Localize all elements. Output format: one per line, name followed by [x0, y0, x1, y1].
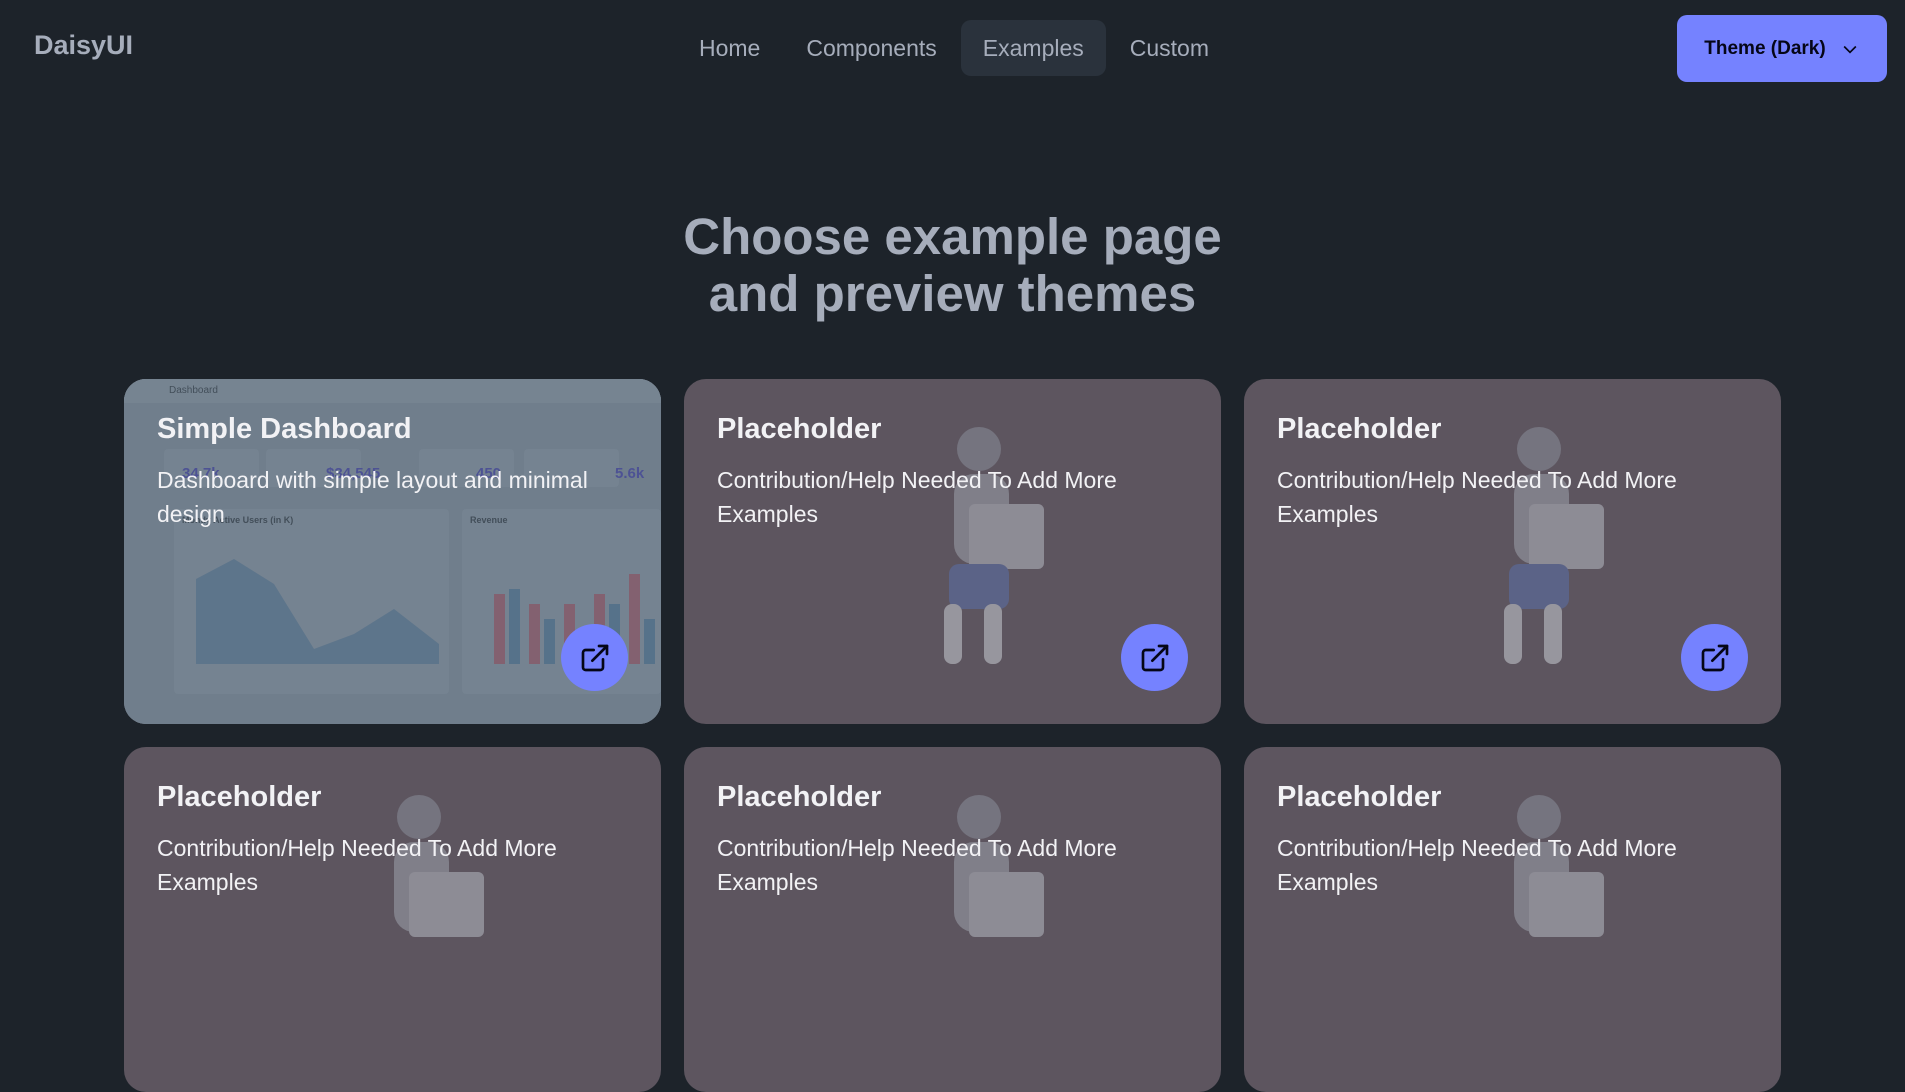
card-title: Placeholder [157, 781, 322, 813]
placeholder-illustration [1504, 427, 1604, 664]
open-example-button[interactable] [1681, 624, 1748, 691]
page-title: Choose example page and preview themes [0, 208, 1905, 322]
external-link-icon [1701, 644, 1728, 671]
card-title: Placeholder [1277, 413, 1442, 445]
card-title: Placeholder [1277, 781, 1442, 813]
card-title: Placeholder [717, 781, 882, 813]
theme-dropdown-button[interactable]: Theme (Dark) [1677, 15, 1887, 82]
card-description: Contribution/Help Needed To Add More Exa… [1277, 467, 1677, 527]
menu-item-custom[interactable]: Custom [1108, 20, 1231, 76]
placeholder-illustration [1514, 795, 1604, 937]
card-title: Simple Dashboard [157, 413, 412, 445]
card-description: Contribution/Help Needed To Add More Exa… [1277, 835, 1677, 895]
example-card-simple-dashboard[interactable]: Dashboard 34.7k $34,545 450 5.6k Montly … [124, 379, 661, 724]
example-card-placeholder[interactable]: Placeholder Contribution/Help Needed To … [684, 747, 1221, 1092]
card-description: Contribution/Help Needed To Add More Exa… [717, 467, 1117, 527]
external-link-icon [1141, 644, 1168, 671]
card-description: Contribution/Help Needed To Add More Exa… [717, 835, 1117, 895]
placeholder-illustration [954, 795, 1044, 937]
example-card-placeholder[interactable]: Placeholder Contribution/Help Needed To … [684, 379, 1221, 724]
card-title: Placeholder [717, 413, 882, 445]
external-link-icon [581, 644, 608, 671]
main-menu: Home Components Examples Custom [677, 20, 1231, 76]
title-line-1: Choose example page [683, 208, 1222, 265]
card-description: Contribution/Help Needed To Add More Exa… [157, 835, 557, 895]
hero: Choose example page and preview themes [0, 208, 1905, 322]
navbar: DaisyUI Home Components Examples Custom … [0, 0, 1905, 96]
theme-button-label: Theme (Dark) [1704, 37, 1826, 59]
menu-item-components[interactable]: Components [784, 20, 958, 76]
menu-item-examples[interactable]: Examples [960, 20, 1106, 76]
menu-item-home[interactable]: Home [677, 20, 782, 76]
card-description: Dashboard with simple layout and minimal… [157, 467, 588, 527]
open-example-button[interactable] [1121, 624, 1188, 691]
chevron-down-icon [1843, 45, 1857, 54]
placeholder-illustration [394, 795, 484, 937]
title-line-2: and preview themes [708, 265, 1197, 322]
example-card-placeholder[interactable]: Placeholder Contribution/Help Needed To … [124, 747, 661, 1092]
example-card-placeholder[interactable]: Placeholder Contribution/Help Needed To … [1244, 379, 1781, 724]
brand-logo[interactable]: DaisyUI [34, 30, 133, 61]
open-example-button[interactable] [561, 624, 628, 691]
placeholder-illustration [944, 427, 1044, 664]
example-card-placeholder[interactable]: Placeholder Contribution/Help Needed To … [1244, 747, 1781, 1092]
